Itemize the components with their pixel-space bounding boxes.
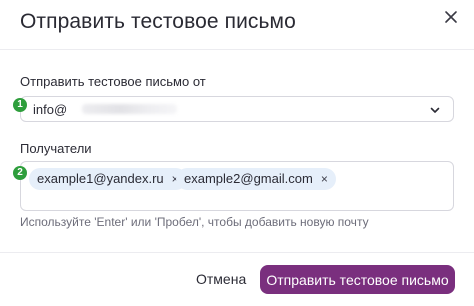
send-test-email-button[interactable]: Отправить тестовое письмо xyxy=(260,265,455,294)
redacted-sender-domain xyxy=(82,104,177,114)
footer-divider xyxy=(0,252,474,253)
header-divider xyxy=(0,49,474,50)
dialog-title: Отправить тестовое письмо xyxy=(20,10,296,33)
recipients-label: Получатели xyxy=(20,141,92,156)
chevron-down-icon xyxy=(429,103,441,115)
recipient-tag: example1@yandex.ru× xyxy=(29,168,187,190)
recipients-input[interactable]: example1@yandex.ru× example2@gmail.com × xyxy=(20,161,454,211)
recipient-tag: example2@gmail.com × xyxy=(176,168,336,190)
step-badge-1: 1 xyxy=(13,98,27,112)
recipient-email: example2@gmail.com xyxy=(184,171,313,186)
close-icon[interactable] xyxy=(442,8,460,26)
recipient-email: example1@yandex.ru xyxy=(37,171,164,186)
remove-tag-icon[interactable]: × xyxy=(321,168,328,190)
sender-select[interactable]: info@ xyxy=(20,96,454,122)
sender-label: Отправить тестовое письмо от xyxy=(20,74,206,89)
send-test-email-dialog: Отправить тестовое письмо Отправить тест… xyxy=(0,0,474,306)
recipients-hint: Используйте 'Enter' или 'Пробел', чтобы … xyxy=(20,215,369,229)
cancel-button[interactable]: Отмена xyxy=(196,271,246,287)
step-badge-2: 2 xyxy=(13,166,27,180)
sender-value: info@ xyxy=(33,102,68,117)
